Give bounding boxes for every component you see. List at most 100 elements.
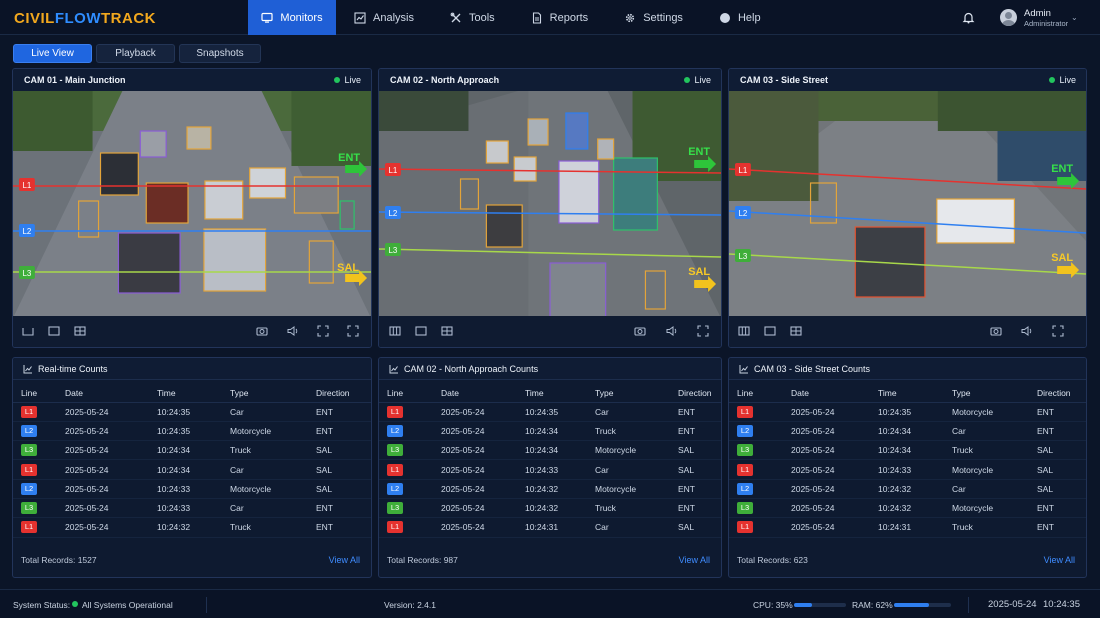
layout-full-icon[interactable]: [763, 324, 777, 338]
direction-cell: ENT: [308, 517, 371, 538]
column-header-direction[interactable]: Direction: [1029, 385, 1086, 403]
type-cell: Motorcycle: [944, 459, 1029, 480]
line-badge: L3: [387, 502, 403, 515]
layout-columns-icon[interactable]: [737, 324, 751, 338]
view-all-link[interactable]: View All: [679, 555, 710, 565]
direction-cell: ENT: [1029, 421, 1086, 442]
notification-bell-icon[interactable]: [962, 11, 975, 24]
table-row[interactable]: L1 2025-05-24 10:24:31 Car SAL: [379, 517, 721, 538]
fullscreen-icon[interactable]: [1051, 324, 1065, 338]
view-all-link[interactable]: View All: [1044, 555, 1075, 565]
table-row[interactable]: L1 2025-05-24 10:24:32 Truck ENT: [13, 517, 371, 538]
layout-full-icon[interactable]: [47, 324, 61, 338]
user-name[interactable]: Admin: [1024, 8, 1051, 19]
table-row[interactable]: L3 2025-05-24 10:24:33 Car ENT: [13, 498, 371, 519]
column-header-date[interactable]: Date: [433, 385, 517, 403]
chart-icon: [739, 365, 748, 374]
user-avatar[interactable]: [1000, 9, 1017, 26]
system-status-label: System Status:: [13, 600, 71, 610]
column-header-line[interactable]: Line: [13, 385, 57, 403]
layout-columns-icon[interactable]: [388, 324, 402, 338]
table-row[interactable]: L3 2025-05-24 10:24:32 Motorcycle ENT: [729, 498, 1086, 519]
column-header-type[interactable]: Type: [222, 385, 308, 403]
fit-screen-icon[interactable]: [316, 324, 330, 338]
line-label-l2: L2: [388, 209, 397, 218]
nav-analysis[interactable]: Analysis: [336, 0, 432, 35]
nav-reports[interactable]: Reports: [513, 0, 607, 35]
column-header-line[interactable]: Line: [729, 385, 783, 403]
tools-icon: [450, 12, 461, 22]
live-label: Live: [344, 75, 361, 85]
column-header-line[interactable]: Line: [379, 385, 433, 403]
volume-icon[interactable]: [665, 324, 679, 338]
table-row[interactable]: L1 2025-05-24 10:24:35 Motorcycle ENT: [729, 402, 1086, 422]
line-label-l1: L1: [738, 166, 747, 175]
column-header-date[interactable]: Date: [783, 385, 870, 403]
nav-settings[interactable]: Settings: [606, 0, 701, 35]
table-row[interactable]: L1 2025-05-24 10:24:34 Car SAL: [13, 459, 371, 480]
counts-panel-2: CAM 02 - North Approach Counts Line Date T…: [378, 357, 722, 578]
line-cell: L1: [729, 402, 783, 422]
table-row[interactable]: L1 2025-05-24 10:24:35 Car ENT: [13, 402, 371, 422]
nav-monitors[interactable]: Monitors: [248, 0, 336, 35]
column-header-time[interactable]: Time: [149, 385, 222, 403]
table-row[interactable]: L3 2025-05-24 10:24:34 Motorcycle SAL: [379, 440, 721, 461]
app-logo[interactable]: CIVILFLOWTRACK: [14, 10, 156, 27]
tab-playback[interactable]: Playback: [96, 44, 175, 63]
date-cell: 2025-05-24: [433, 479, 517, 499]
nav-help[interactable]: Help: [701, 0, 779, 35]
table-row[interactable]: L1 2025-05-24 10:24:33 Motorcycle SAL: [729, 459, 1086, 480]
line-label-l2: L2: [738, 209, 747, 218]
camera-snapshot-icon[interactable]: [633, 324, 647, 338]
volume-icon[interactable]: [1020, 324, 1034, 338]
nav-tools[interactable]: Tools: [432, 0, 513, 35]
volume-icon[interactable]: [286, 324, 300, 338]
table-row[interactable]: L2 2025-05-24 10:24:34 Car ENT: [729, 421, 1086, 442]
layout-full-icon[interactable]: [414, 324, 428, 338]
table-row[interactable]: L2 2025-05-24 10:24:32 Car SAL: [729, 479, 1086, 499]
table-row[interactable]: L2 2025-05-24 10:24:33 Motorcycle SAL: [13, 479, 371, 499]
table-row[interactable]: L3 2025-05-24 10:24:34 Truck SAL: [729, 440, 1086, 461]
layout-grid-icon[interactable]: [440, 324, 454, 338]
table-row[interactable]: L3 2025-05-24 10:24:34 Truck SAL: [13, 440, 371, 461]
column-header-time[interactable]: Time: [870, 385, 944, 403]
table-row[interactable]: L1 2025-05-24 10:24:35 Car ENT: [379, 402, 721, 422]
table-row[interactable]: L1 2025-05-24 10:24:31 Truck ENT: [729, 517, 1086, 538]
direction-cell: SAL: [1029, 440, 1086, 461]
column-header-direction[interactable]: Direction: [670, 385, 721, 403]
view-all-link[interactable]: View All: [329, 555, 360, 565]
layout-grid-icon[interactable]: [789, 324, 803, 338]
layout-grid-icon[interactable]: [73, 324, 87, 338]
date-cell: 2025-05-24: [783, 459, 870, 480]
table-row[interactable]: L2 2025-05-24 10:24:34 Truck ENT: [379, 421, 721, 442]
table-row[interactable]: L1 2025-05-24 10:24:33 Car SAL: [379, 459, 721, 480]
camera-snapshot-icon[interactable]: [989, 324, 1003, 338]
table-row[interactable]: L3 2025-05-24 10:24:32 Truck ENT: [379, 498, 721, 519]
camera-video[interactable]: L1 L2 L3 ENT SAL: [379, 91, 721, 318]
counts-table: Line Date Time Type Direction L1 2025-05-24 10…: [729, 385, 1086, 538]
date-cell: 2025-05-24: [433, 498, 517, 519]
fullscreen-icon[interactable]: [346, 324, 360, 338]
camera-video[interactable]: L1 L2 L3 ENT SAL: [13, 91, 371, 318]
layout-single-icon[interactable]: [21, 324, 35, 338]
date-cell: 2025-05-24: [433, 459, 517, 480]
table-row[interactable]: L2 2025-05-24 10:24:32 Motorcycle ENT: [379, 479, 721, 499]
tab-snapshots[interactable]: Snapshots: [179, 44, 261, 63]
column-header-time[interactable]: Time: [517, 385, 587, 403]
line-cell: L1: [379, 459, 433, 480]
chevron-down-icon[interactable]: ⌄: [1071, 13, 1078, 22]
panel-header: CAM 02 - North Approach Counts: [379, 358, 721, 380]
tab-live-view[interactable]: Live View: [13, 44, 92, 63]
system-status-value: All Systems Operational: [82, 600, 173, 610]
column-header-type[interactable]: Type: [944, 385, 1029, 403]
camera-video[interactable]: L1 L2 L3 ENT SAL: [729, 91, 1086, 318]
column-header-direction[interactable]: Direction: [308, 385, 371, 403]
column-header-date[interactable]: Date: [57, 385, 149, 403]
table-row[interactable]: L2 2025-05-24 10:24:35 Motorcycle ENT: [13, 421, 371, 442]
direction-cell: ENT: [670, 479, 721, 499]
column-header-type[interactable]: Type: [587, 385, 670, 403]
direction-cell: ENT: [308, 498, 371, 519]
camera-snapshot-icon[interactable]: [255, 324, 269, 338]
fullscreen-icon[interactable]: [696, 324, 710, 338]
time-cell: 10:24:35: [149, 402, 222, 422]
